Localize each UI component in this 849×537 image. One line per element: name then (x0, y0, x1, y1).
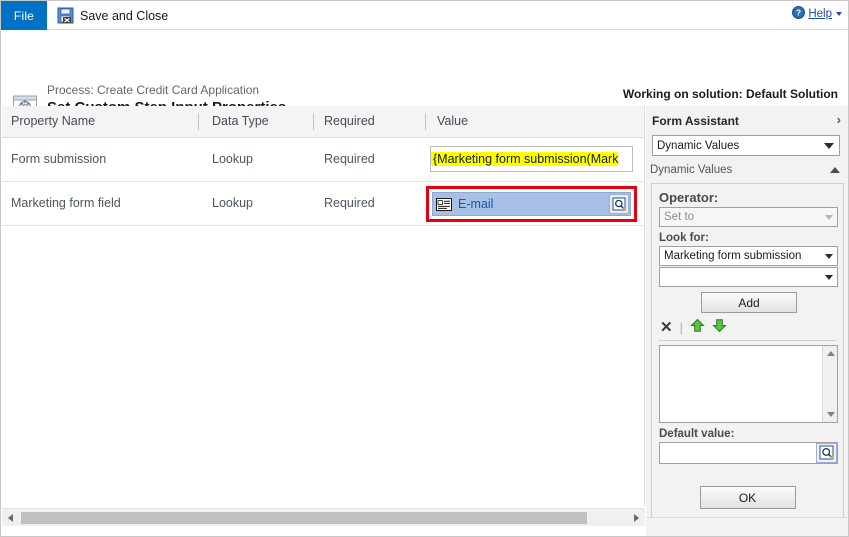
chevron-up-icon[interactable] (830, 167, 840, 173)
add-button-label: Add (738, 295, 760, 310)
column-divider[interactable] (425, 113, 426, 130)
value-lookup-marketing-form-field[interactable]: E-mail (432, 192, 631, 216)
ok-button[interactable]: OK (699, 486, 796, 509)
column-header-value[interactable]: Value (437, 114, 468, 128)
scroll-up-arrow-icon[interactable] (823, 346, 838, 361)
look-for-label: Look for: (659, 232, 709, 244)
form-assistant-footer (646, 517, 848, 536)
form-assistant-type-value: Dynamic Values (657, 139, 740, 152)
column-divider[interactable] (198, 113, 199, 130)
solution-status: Working on solution: Default Solution (622, 87, 838, 101)
process-step-properties-window: File Save and Close ? Help Process: Crea… (0, 0, 849, 537)
green-arrow-up-icon[interactable] (690, 318, 705, 338)
ribbon-bar: File Save and Close ? Help (1, 1, 848, 30)
table-row[interactable]: Marketing form field Lookup Required E-m… (2, 182, 644, 226)
page-header: Process: Create Credit Card Application … (1, 31, 848, 116)
operator-select[interactable]: Set to (659, 207, 838, 227)
column-header-required[interactable]: Required (324, 114, 375, 128)
look-for-field-select[interactable] (659, 267, 838, 287)
column-header-property-name[interactable]: Property Name (11, 114, 95, 128)
form-assistant-title: Form Assistant (652, 114, 739, 128)
window-bottom-strip (2, 526, 645, 536)
cell-data-type: Lookup (212, 152, 254, 166)
dynamic-values-section-label: Dynamic Values (650, 164, 733, 176)
save-and-close-label: Save and Close (80, 8, 169, 23)
svg-text:?: ? (796, 8, 801, 18)
value-lookup-highlight-outline: E-mail (426, 186, 637, 222)
look-for-entity-select[interactable]: Marketing form submission (659, 246, 838, 266)
table-row[interactable]: Form submission Lookup Required {Marketi… (2, 138, 644, 182)
form-assistant-type-select[interactable]: Dynamic Values (652, 135, 840, 156)
add-button[interactable]: Add (701, 292, 797, 313)
cell-data-type: Lookup (212, 196, 254, 210)
scroll-left-arrow-icon[interactable] (2, 509, 19, 527)
dynamic-values-list[interactable] (659, 345, 838, 423)
dynamic-values-toolbar: ✕ | (659, 318, 836, 341)
form-assistant-panel: Form Assistant › Dynamic Values Dynamic … (646, 106, 848, 536)
save-and-close-button[interactable]: Save and Close (57, 4, 168, 27)
value-highlighted-text: {Marketing form submission(Mark (431, 152, 619, 166)
help-circle-icon: ? (792, 6, 806, 22)
dynamic-values-section-header[interactable]: Dynamic Values (650, 161, 843, 179)
help-label: Help (808, 8, 832, 20)
scrollbar-thumb[interactable] (21, 512, 587, 524)
x-delete-icon[interactable]: ✕ (660, 320, 673, 335)
dynamic-values-card: Operator: Set to Look for: Marketing for… (651, 183, 844, 518)
save-close-floppy-icon (57, 7, 74, 24)
operator-value: Set to (664, 211, 695, 223)
operator-label: Operator: (659, 190, 719, 205)
chevron-down-icon (824, 143, 834, 149)
grid-header-row: Property Name Data Type Required Value (2, 106, 644, 138)
chevron-right-icon[interactable]: › (837, 113, 841, 127)
chevron-down-icon (825, 254, 833, 259)
cell-property-name: Marketing form field (11, 196, 121, 210)
chevron-down-icon (825, 275, 833, 280)
scroll-down-arrow-icon[interactable] (823, 407, 838, 422)
column-divider[interactable] (313, 113, 314, 130)
cell-required: Required (324, 196, 375, 210)
value-input-form-submission[interactable]: {Marketing form submission(Mark (430, 146, 633, 172)
cell-property-name: Form submission (11, 152, 107, 166)
cell-required: Required (324, 152, 375, 166)
scroll-right-arrow-icon[interactable] (628, 509, 645, 527)
help-menu[interactable]: ? Help (792, 6, 842, 22)
step-input-properties-grid: Property Name Data Type Required Value F… (2, 106, 645, 506)
process-breadcrumb: Process: Create Credit Card Application (47, 83, 260, 97)
lookup-value-text: E-mail (458, 197, 494, 211)
default-value-lookup-magnifier-icon[interactable] (816, 443, 837, 463)
record-card-icon (436, 197, 452, 211)
file-tab[interactable]: File (1, 1, 47, 30)
chevron-down-icon (836, 12, 842, 16)
form-assistant-header: Form Assistant › (652, 110, 843, 132)
grid-empty-area (2, 226, 644, 492)
ok-button-label: OK (738, 490, 757, 505)
lookup-magnifier-icon[interactable] (609, 194, 629, 214)
green-arrow-down-icon[interactable] (712, 318, 727, 338)
column-header-data-type[interactable]: Data Type (212, 114, 269, 128)
default-value-label: Default value: (659, 428, 735, 440)
toolbar-divider: | (679, 320, 683, 335)
file-tab-label: File (13, 8, 35, 23)
grid-horizontal-scrollbar[interactable] (2, 508, 645, 526)
default-value-input[interactable] (659, 442, 838, 464)
list-vertical-scrollbar[interactable] (822, 346, 837, 422)
look-for-entity-value: Marketing form submission (664, 250, 802, 262)
chevron-down-icon (825, 215, 833, 220)
